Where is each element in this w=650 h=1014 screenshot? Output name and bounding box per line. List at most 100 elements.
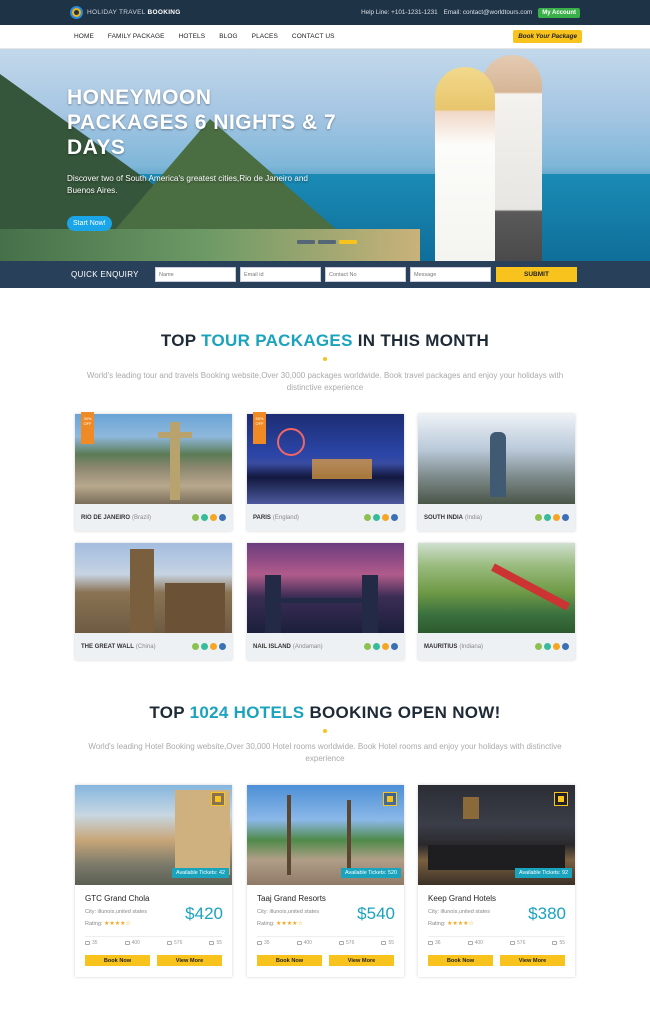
food-icon: [553, 643, 560, 650]
amenity-icons: [364, 514, 398, 521]
transport-icon: [201, 643, 208, 650]
shares-stat: 55: [552, 940, 565, 946]
nav-places[interactable]: PLACES: [252, 33, 278, 40]
top-bar: HOLIDAY TRAVEL BOOKING Help Line: +101-1…: [0, 0, 650, 25]
quick-enquiry-bar: QUICK ENQUIRY Name Email id Contact No M…: [0, 261, 650, 288]
package-image[interactable]: [75, 543, 232, 633]
available-tickets-badge: Available Tickets: 520: [340, 868, 401, 878]
book-now-button[interactable]: Book Now: [428, 955, 493, 966]
package-place: SOUTH INDIA: [424, 514, 463, 521]
bookmark-icon[interactable]: [554, 792, 568, 806]
package-card[interactable]: SOUTH INDIA (India): [418, 414, 575, 531]
sightseeing-icon: [219, 643, 226, 650]
nav-hotels[interactable]: HOTELS: [179, 33, 206, 40]
package-card[interactable]: NAIL ISLAND (Andaman): [247, 543, 404, 660]
hero-title: HONEYMOON PACKAGES 6 NIGHTS & 7 DAYS: [67, 86, 337, 159]
package-place: THE GREAT WALL: [81, 643, 134, 650]
heart-icon: [428, 941, 433, 945]
packages-heading: TOP TOUR PACKAGES IN THIS MONTH: [160, 331, 490, 350]
food-icon: [553, 514, 560, 521]
share-icon: [381, 941, 387, 945]
amenity-icons: [192, 514, 226, 521]
eye-icon: [124, 941, 130, 945]
name-input[interactable]: Name: [155, 267, 236, 282]
discount-badge: 50% OFF: [253, 412, 266, 444]
package-card[interactable]: MAURITIUS (Indiana): [418, 543, 575, 660]
package-place: RIO DE JANEIRO: [81, 514, 131, 521]
package-image[interactable]: [75, 414, 232, 504]
amenity-icons: [535, 514, 569, 521]
bookmark-icon[interactable]: [211, 792, 225, 806]
view-more-button[interactable]: View More: [329, 955, 394, 966]
slider-dot-1[interactable]: [297, 240, 315, 244]
nav-blog[interactable]: BLOG: [219, 33, 237, 40]
hotel-icon: [535, 643, 542, 650]
food-icon: [382, 643, 389, 650]
nav-contact-us[interactable]: CONTACT US: [292, 33, 335, 40]
packages-divider: [323, 357, 327, 361]
shares-stat: 55: [209, 940, 222, 946]
package-country: (China): [135, 643, 156, 650]
start-now-button[interactable]: Start Now!: [67, 216, 112, 231]
package-card[interactable]: THE GREAT WALL (China): [75, 543, 232, 660]
my-account-button[interactable]: My Account: [538, 7, 580, 18]
packages-subtitle: World's leading tour and travels Booking…: [86, 371, 564, 392]
hotel-icon: [364, 514, 371, 521]
hotel-rating: Rating: ★★★★☆: [85, 921, 131, 927]
nav-home[interactable]: HOME: [74, 33, 94, 40]
hotel-card: Available Tickets: 92 Keep Grand Hotels …: [418, 785, 575, 977]
package-place: NAIL ISLAND: [253, 643, 291, 650]
transport-icon: [373, 514, 380, 521]
hotel-rating: Rating: ★★★★☆: [428, 921, 474, 927]
available-tickets-badge: Available Tickets: 92: [514, 868, 572, 878]
sightseeing-icon: [562, 514, 569, 521]
food-icon: [382, 514, 389, 521]
slider-dot-2[interactable]: [318, 240, 336, 244]
package-card[interactable]: 50% OFF PARIS (England): [247, 412, 404, 531]
package-image[interactable]: [247, 414, 404, 504]
hotels-subtitle: World's leading Hotel Booking website,Ov…: [88, 742, 562, 763]
site-logo[interactable]: HOLIDAY TRAVEL BOOKING: [70, 6, 181, 19]
book-package-button[interactable]: Book Your Package: [513, 30, 582, 43]
transport-icon: [544, 643, 551, 650]
nav-family-package[interactable]: FAMILY PACKAGE: [108, 33, 165, 40]
package-country: (England): [272, 514, 299, 521]
sightseeing-icon: [219, 514, 226, 521]
submit-button[interactable]: SUBMIT: [496, 267, 577, 282]
view-more-button[interactable]: View More: [500, 955, 565, 966]
hotel-price: $380: [528, 904, 566, 923]
hotel-name[interactable]: GTC Grand Chola: [85, 894, 149, 903]
heart-icon: [85, 941, 90, 945]
contact-email[interactable]: Email: contact@worldtours.com: [444, 9, 533, 16]
hero-slider: HONEYMOON PACKAGES 6 NIGHTS & 7 DAYS Dis…: [0, 49, 650, 261]
slider-dots: [297, 240, 357, 244]
package-image[interactable]: [247, 543, 404, 633]
thumbs-up-icon: [510, 941, 516, 945]
book-now-button[interactable]: Book Now: [257, 955, 322, 966]
email-input[interactable]: Email id: [240, 267, 321, 282]
likes-stat: 35: [257, 940, 270, 946]
hotel-name[interactable]: Keep Grand Hotels: [428, 894, 496, 903]
view-more-button[interactable]: View More: [157, 955, 222, 966]
package-image[interactable]: [418, 543, 575, 633]
discount-badge: 30% OFF: [81, 412, 94, 444]
slider-dot-3[interactable]: [339, 240, 357, 244]
sightseeing-icon: [391, 643, 398, 650]
hotels-heading: TOP 1024 HOTELS BOOKING OPEN NOW!: [149, 703, 501, 722]
eye-icon: [467, 941, 473, 945]
package-card[interactable]: 30% OFF RIO DE JANEIRO (Brazil): [75, 412, 232, 531]
bookmark-icon[interactable]: [383, 792, 397, 806]
food-icon: [210, 643, 217, 650]
book-now-button[interactable]: Book Now: [85, 955, 150, 966]
hotel-name[interactable]: Taaj Grand Resorts: [257, 894, 326, 903]
rating-stars-icon: ★★★★☆: [103, 921, 131, 927]
package-country: (Indiana): [459, 643, 484, 650]
amenity-icons: [364, 643, 398, 650]
sightseeing-icon: [391, 514, 398, 521]
package-image[interactable]: [418, 414, 575, 504]
views-stat: 400: [467, 940, 483, 946]
message-input[interactable]: Message: [410, 267, 491, 282]
package-country: (Andaman): [292, 643, 323, 650]
package-place: PARIS: [253, 514, 271, 521]
contact-input[interactable]: Contact No: [325, 267, 406, 282]
